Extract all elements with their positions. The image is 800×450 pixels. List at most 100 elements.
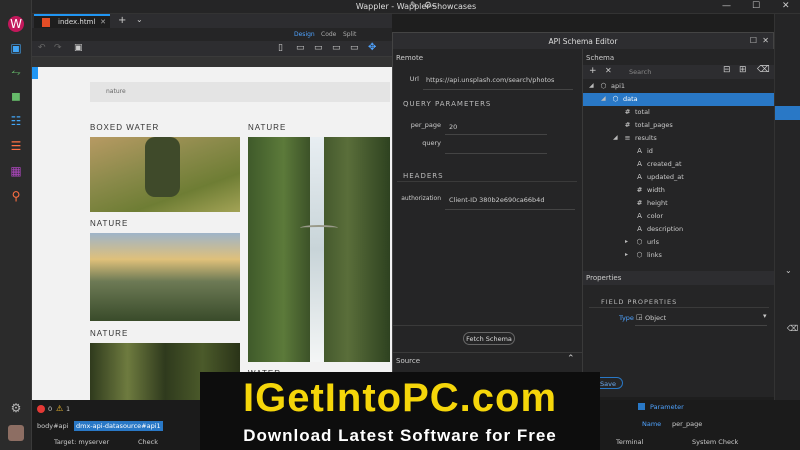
close-button[interactable]: ✕ xyxy=(782,1,790,11)
schema-tree-row[interactable]: ◢ ⬡ api1 xyxy=(583,80,775,93)
watermark-banner: IGetIntoPC.com Download Latest Software … xyxy=(200,372,600,450)
expand-down-icon[interactable]: ◢ xyxy=(589,82,594,89)
expand-right-icon[interactable]: ▸ xyxy=(625,251,628,258)
list-icon: ≡ xyxy=(624,134,631,142)
properties-header: Properties xyxy=(586,274,622,282)
add-icon[interactable]: + xyxy=(589,66,597,76)
tab-close-icon[interactable]: ✕ xyxy=(100,18,106,26)
desktop-view-icon[interactable]: ▭ xyxy=(332,43,341,53)
files-icon[interactable]: ▣ xyxy=(8,40,24,56)
collapse-all-icon[interactable]: ⊟ xyxy=(723,65,731,75)
schema-tree-row[interactable]: Aid xyxy=(583,145,775,158)
extensions-icon[interactable]: ▦ xyxy=(8,163,24,179)
type-select[interactable]: Object xyxy=(645,314,666,322)
query-parameters-header: QUERY PARAMETERS xyxy=(403,100,492,108)
delete-icon[interactable]: ⌫ xyxy=(757,65,770,75)
tab-index-html[interactable]: index.html ✕ xyxy=(34,14,110,28)
authorization-label: authorization xyxy=(401,195,441,202)
schema-tree-row[interactable]: Acolor xyxy=(583,210,775,223)
tree-row-label: id xyxy=(647,147,653,155)
database-icon[interactable]: ☷ xyxy=(8,113,24,129)
settings-icon[interactable]: ⚙ xyxy=(8,400,24,416)
structure-icon[interactable]: ◼ xyxy=(8,88,24,104)
system-check-button[interactable]: System Check xyxy=(692,438,738,446)
page-search-input[interactable]: nature xyxy=(90,82,390,102)
source-collapse-icon[interactable]: ⌃ xyxy=(567,354,575,364)
tree-row-label: created_at xyxy=(647,160,682,168)
target-select[interactable]: Target: myserver xyxy=(54,438,109,446)
breadcrumb-item[interactable]: body#api xyxy=(37,422,68,430)
schema-search-input[interactable]: Search xyxy=(629,68,651,76)
wappler-logo-icon[interactable]: W xyxy=(8,16,24,32)
tab-label: index.html xyxy=(58,18,96,26)
url-input[interactable]: https://api.unsplash.com/search/photos xyxy=(426,76,581,84)
search-icon[interactable]: ⚲ xyxy=(8,188,24,204)
schema-tree-row[interactable]: ◢ ≡ results xyxy=(583,132,775,145)
properties-bar: Properties xyxy=(583,271,775,285)
chevron-down-icon[interactable]: ▾ xyxy=(763,312,767,320)
trash-icon[interactable]: ⌫ xyxy=(787,324,798,333)
expand-down-icon[interactable]: ◢ xyxy=(601,95,606,102)
workflows-icon[interactable]: ☰ xyxy=(8,138,24,154)
name-value[interactable]: per_page xyxy=(672,420,702,428)
panel-chevron-icon[interactable]: ⌄ xyxy=(785,266,792,275)
git-icon[interactable]: ⥊ xyxy=(8,64,24,80)
photo-waterfall[interactable] xyxy=(248,137,390,362)
schema-tree-row[interactable]: Aupdated_at xyxy=(583,171,775,184)
fetch-schema-button[interactable]: Fetch Schema xyxy=(463,332,515,345)
chevron-down-icon[interactable]: ⌄ xyxy=(430,0,438,10)
parameter-checkbox[interactable] xyxy=(638,403,645,410)
tree-row-label: results xyxy=(635,134,657,142)
hiker-figure xyxy=(145,137,180,197)
new-tab-icon[interactable]: + xyxy=(118,15,126,26)
expand-down-icon[interactable]: ◢ xyxy=(613,134,618,141)
breadcrumb-item[interactable]: dmx-api-datasource#api1 xyxy=(74,421,163,431)
design-mode-button[interactable]: Design xyxy=(294,31,315,38)
tablet-view-icon[interactable]: ▭ xyxy=(296,43,305,53)
check-button[interactable]: Check xyxy=(138,438,158,446)
schema-tree-row[interactable]: # height xyxy=(583,197,775,210)
per-page-input[interactable]: 20 xyxy=(449,123,457,131)
tree-row-label: height xyxy=(647,199,668,207)
split-mode-button[interactable]: Split xyxy=(343,31,356,38)
dialog-maximize-icon[interactable]: ☐ xyxy=(750,36,757,45)
expand-right-icon[interactable]: ▸ xyxy=(625,238,628,245)
photo-mountain-valley[interactable] xyxy=(90,233,240,321)
schema-tree-row[interactable]: Acreated_at xyxy=(583,158,775,171)
tree-row-label: urls xyxy=(647,238,659,246)
user-avatar[interactable] xyxy=(8,425,24,441)
move-icon[interactable]: ✥ xyxy=(368,42,376,53)
expand-all-icon[interactable]: ⊞ xyxy=(739,65,747,75)
terminal-button[interactable]: Terminal xyxy=(616,438,643,446)
headers-divider xyxy=(397,181,577,182)
redo-icon[interactable]: ↷ xyxy=(54,43,62,53)
warning-icon[interactable]: ⚠ xyxy=(56,404,63,413)
schema-tree-row[interactable]: # total xyxy=(583,106,775,119)
camera-icon[interactable]: ▣ xyxy=(74,43,83,53)
tree-row-label: api1 xyxy=(611,82,626,90)
cube-icon: ⬡ xyxy=(600,82,607,90)
authorization-input[interactable]: Client-ID 380b2e690ca66b4d xyxy=(449,196,544,204)
minimize-button[interactable]: — xyxy=(722,1,731,11)
schema-tree-row[interactable]: # total_pages xyxy=(583,119,775,132)
code-mode-button[interactable]: Code xyxy=(321,31,336,38)
tabs-menu-icon[interactable]: ⌄ xyxy=(136,15,143,24)
photo-hiker-grass[interactable] xyxy=(90,137,240,212)
error-icon[interactable] xyxy=(37,405,45,413)
cube-icon: ⬡ xyxy=(612,95,619,103)
laptop-view-icon[interactable]: ▭ xyxy=(314,43,323,53)
fullscreen-view-icon[interactable]: ▭ xyxy=(350,43,359,53)
edit-icon[interactable]: ✎ xyxy=(410,1,418,11)
dialog-close-icon[interactable]: ✕ xyxy=(762,36,769,45)
schema-tree-row[interactable]: # width xyxy=(583,184,775,197)
schema-tree-row[interactable]: ▸ ⬡ urls xyxy=(583,236,775,249)
schema-tree-row[interactable]: ◢ ⬡ data xyxy=(583,93,775,106)
watermark-subtitle: Download Latest Software for Free xyxy=(243,426,557,445)
hash-icon: # xyxy=(624,108,631,116)
schema-tree-row[interactable]: ▸ ⬡ links xyxy=(583,249,775,262)
remove-icon[interactable]: ✕ xyxy=(605,66,612,75)
mobile-view-icon[interactable]: ▯ xyxy=(278,43,283,53)
undo-icon[interactable]: ↶ xyxy=(38,43,46,53)
schema-tree-row[interactable]: Adescription xyxy=(583,223,775,236)
maximize-button[interactable]: ☐ xyxy=(752,1,760,11)
